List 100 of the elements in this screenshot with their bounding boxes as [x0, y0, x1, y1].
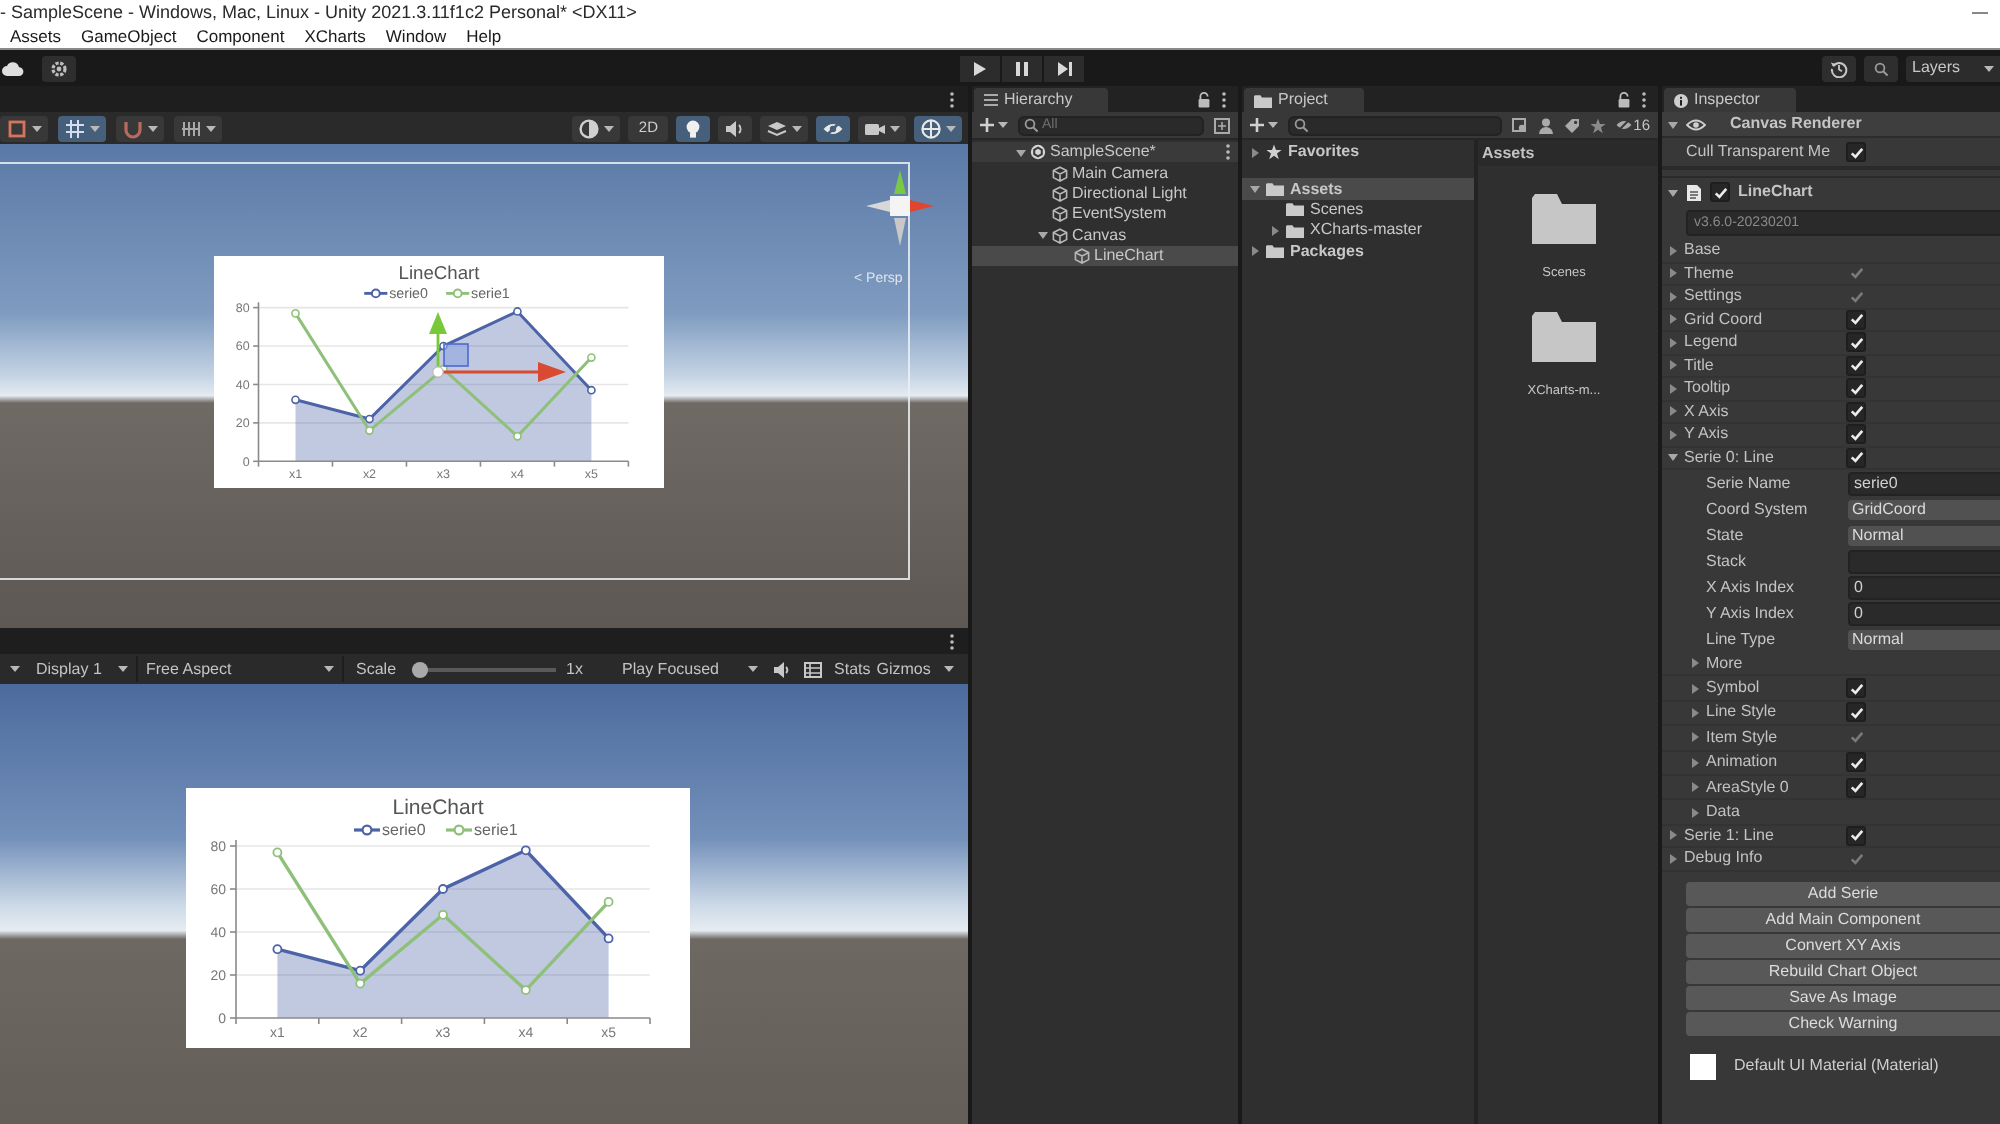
foldout-label[interactable]: Title [1684, 357, 1714, 374]
person-icon[interactable] [1537, 117, 1554, 133]
hidden-objects-toggle[interactable] [816, 115, 850, 141]
project-folder-item[interactable]: Assets [1242, 178, 1474, 200]
foldout-arrow-icon[interactable] [1668, 245, 1678, 256]
checkbox[interactable] [1846, 355, 1866, 376]
checkbox[interactable] [1846, 678, 1866, 699]
grid-snap-button[interactable] [58, 115, 106, 141]
settings-button[interactable] [42, 55, 76, 81]
menu-item[interactable]: Assets [10, 27, 62, 45]
text-field[interactable]: 0 [1848, 575, 2000, 599]
project-folder-item[interactable]: XCharts-master [1242, 220, 1474, 242]
stats-button[interactable]: Stats [834, 661, 871, 677]
foldout-arrow-icon[interactable] [1668, 337, 1678, 348]
play-mode-dropdown[interactable]: Play Focused [614, 656, 767, 682]
dropdown-field[interactable]: Normal [1848, 525, 2000, 545]
box-icon[interactable] [1214, 117, 1230, 133]
checkbox[interactable] [1846, 424, 1866, 445]
grid-icon[interactable] [804, 661, 823, 677]
foldout-arrow-icon[interactable] [1690, 757, 1700, 768]
foldout-arrow-icon[interactable] [1668, 429, 1678, 440]
favorites-item[interactable]: Favorites [1242, 142, 1474, 163]
inspector-button[interactable]: Add Serie [1686, 881, 2000, 906]
foldout-arrow-icon[interactable] [1038, 230, 1048, 241]
menu-item[interactable]: GameObject [81, 27, 177, 45]
checkbox[interactable] [1846, 777, 1866, 798]
hierarchy-item[interactable]: Main Camera [972, 162, 1238, 184]
foldout-label[interactable]: Legend [1684, 334, 1738, 351]
display-dropdown[interactable]: Display 1 [28, 656, 136, 682]
inspector-button[interactable]: Rebuild Chart Object [1686, 959, 2000, 984]
foldout-arrow-icon[interactable] [1668, 119, 1678, 129]
tag-icon[interactable] [1563, 117, 1580, 133]
lock-icon[interactable] [1198, 91, 1210, 107]
snap-button[interactable] [116, 115, 164, 141]
lighting-toggle[interactable] [676, 115, 710, 141]
effects-button[interactable] [760, 115, 808, 141]
checkbox[interactable] [1846, 332, 1866, 353]
foldout-label[interactable]: Grid Coord [1684, 311, 1763, 328]
project-folder-item[interactable]: Packages [1242, 241, 1474, 262]
foldout-label[interactable]: Line Style [1706, 704, 1777, 721]
foldout-arrow-icon[interactable] [1668, 406, 1678, 417]
foldout-label[interactable]: Serie 1: Line [1684, 827, 1774, 844]
pause-button[interactable] [1002, 55, 1042, 81]
text-field[interactable] [1848, 549, 2000, 573]
foldout-label[interactable]: AreaStyle 0 [1706, 779, 1789, 796]
shading-mode-button[interactable] [572, 115, 621, 141]
foldout-label[interactable]: Tooltip [1684, 380, 1731, 397]
foldout-arrow-icon[interactable] [1250, 147, 1260, 158]
checkbox[interactable] [1846, 825, 1866, 846]
foldout-label[interactable]: Data [1706, 804, 1740, 821]
checkbox[interactable] [1846, 702, 1866, 723]
foldout-label[interactable]: Base [1684, 242, 1721, 259]
material-name[interactable]: Default UI Material (Material) [1734, 1058, 1939, 1075]
breadcrumb-label[interactable]: Assets [1482, 145, 1535, 161]
hierarchy-item[interactable]: EventSystem [972, 204, 1238, 226]
speaker-icon[interactable] [774, 661, 791, 677]
search-field[interactable] [1288, 115, 1502, 135]
inspector-button[interactable]: Convert XY Axis [1686, 933, 2000, 958]
foldout-arrow-icon[interactable] [1690, 658, 1700, 669]
checkbox[interactable] [1846, 401, 1866, 422]
cloud-icon[interactable] [2, 61, 24, 75]
foldout-arrow-icon[interactable] [1668, 452, 1678, 463]
orientation-gizmo[interactable] [866, 170, 934, 246]
checkbox[interactable] [1846, 447, 1866, 468]
foldout-label[interactable]: X Axis [1684, 403, 1729, 420]
text-field[interactable]: serie0 [1848, 471, 2000, 495]
foldout-arrow-icon[interactable] [1270, 225, 1280, 236]
checkbox[interactable] [1846, 142, 1866, 162]
text-field[interactable]: 0 [1848, 601, 2000, 625]
hierarchy-item[interactable]: LineChart [972, 245, 1238, 267]
inspector-tab[interactable]: Inspector [1664, 88, 1796, 112]
foldout-arrow-icon[interactable] [1668, 383, 1678, 394]
gizmos-dropdown[interactable]: Gizmos [870, 661, 961, 677]
add-button[interactable] [1250, 114, 1278, 136]
add-button[interactable] [980, 114, 1008, 136]
slider-thumb[interactable] [412, 661, 429, 677]
gizmos-button[interactable] [914, 115, 962, 141]
increment-snap-button[interactable] [174, 115, 222, 141]
star-icon[interactable] [1589, 117, 1606, 133]
dropdown-caret-icon[interactable] [9, 666, 19, 672]
foldout-arrow-icon[interactable] [1668, 314, 1678, 325]
inspector-button[interactable]: Save As Image [1686, 985, 2000, 1010]
hierarchy-item[interactable]: Directional Light [972, 183, 1238, 205]
foldout-arrow-icon[interactable] [1250, 184, 1260, 195]
foldout-arrow-icon[interactable] [1016, 147, 1026, 158]
aspect-dropdown[interactable]: Free Aspect [136, 656, 344, 682]
foldout-label[interactable]: More [1706, 655, 1743, 672]
foldout-arrow-icon[interactable] [1690, 707, 1700, 718]
menu-item[interactable]: Component [196, 27, 285, 45]
inspector-button[interactable]: Check Warning [1686, 1011, 2000, 1036]
dropdown-field[interactable]: Normal [1848, 629, 2000, 649]
hierarchy-item[interactable]: SampleScene* [972, 142, 1238, 163]
foldout-arrow-icon[interactable] [1250, 246, 1260, 257]
search-by-type-icon[interactable] [1511, 117, 1528, 133]
move-gizmo[interactable] [426, 312, 566, 384]
layers-dropdown[interactable]: Layers [1906, 55, 2000, 81]
checkbox[interactable] [1846, 752, 1866, 773]
inspector-button[interactable]: Add Main Component [1686, 907, 2000, 932]
hierarchy-tab[interactable]: Hierarchy [974, 88, 1109, 112]
menu-item[interactable]: XCharts [304, 27, 366, 45]
